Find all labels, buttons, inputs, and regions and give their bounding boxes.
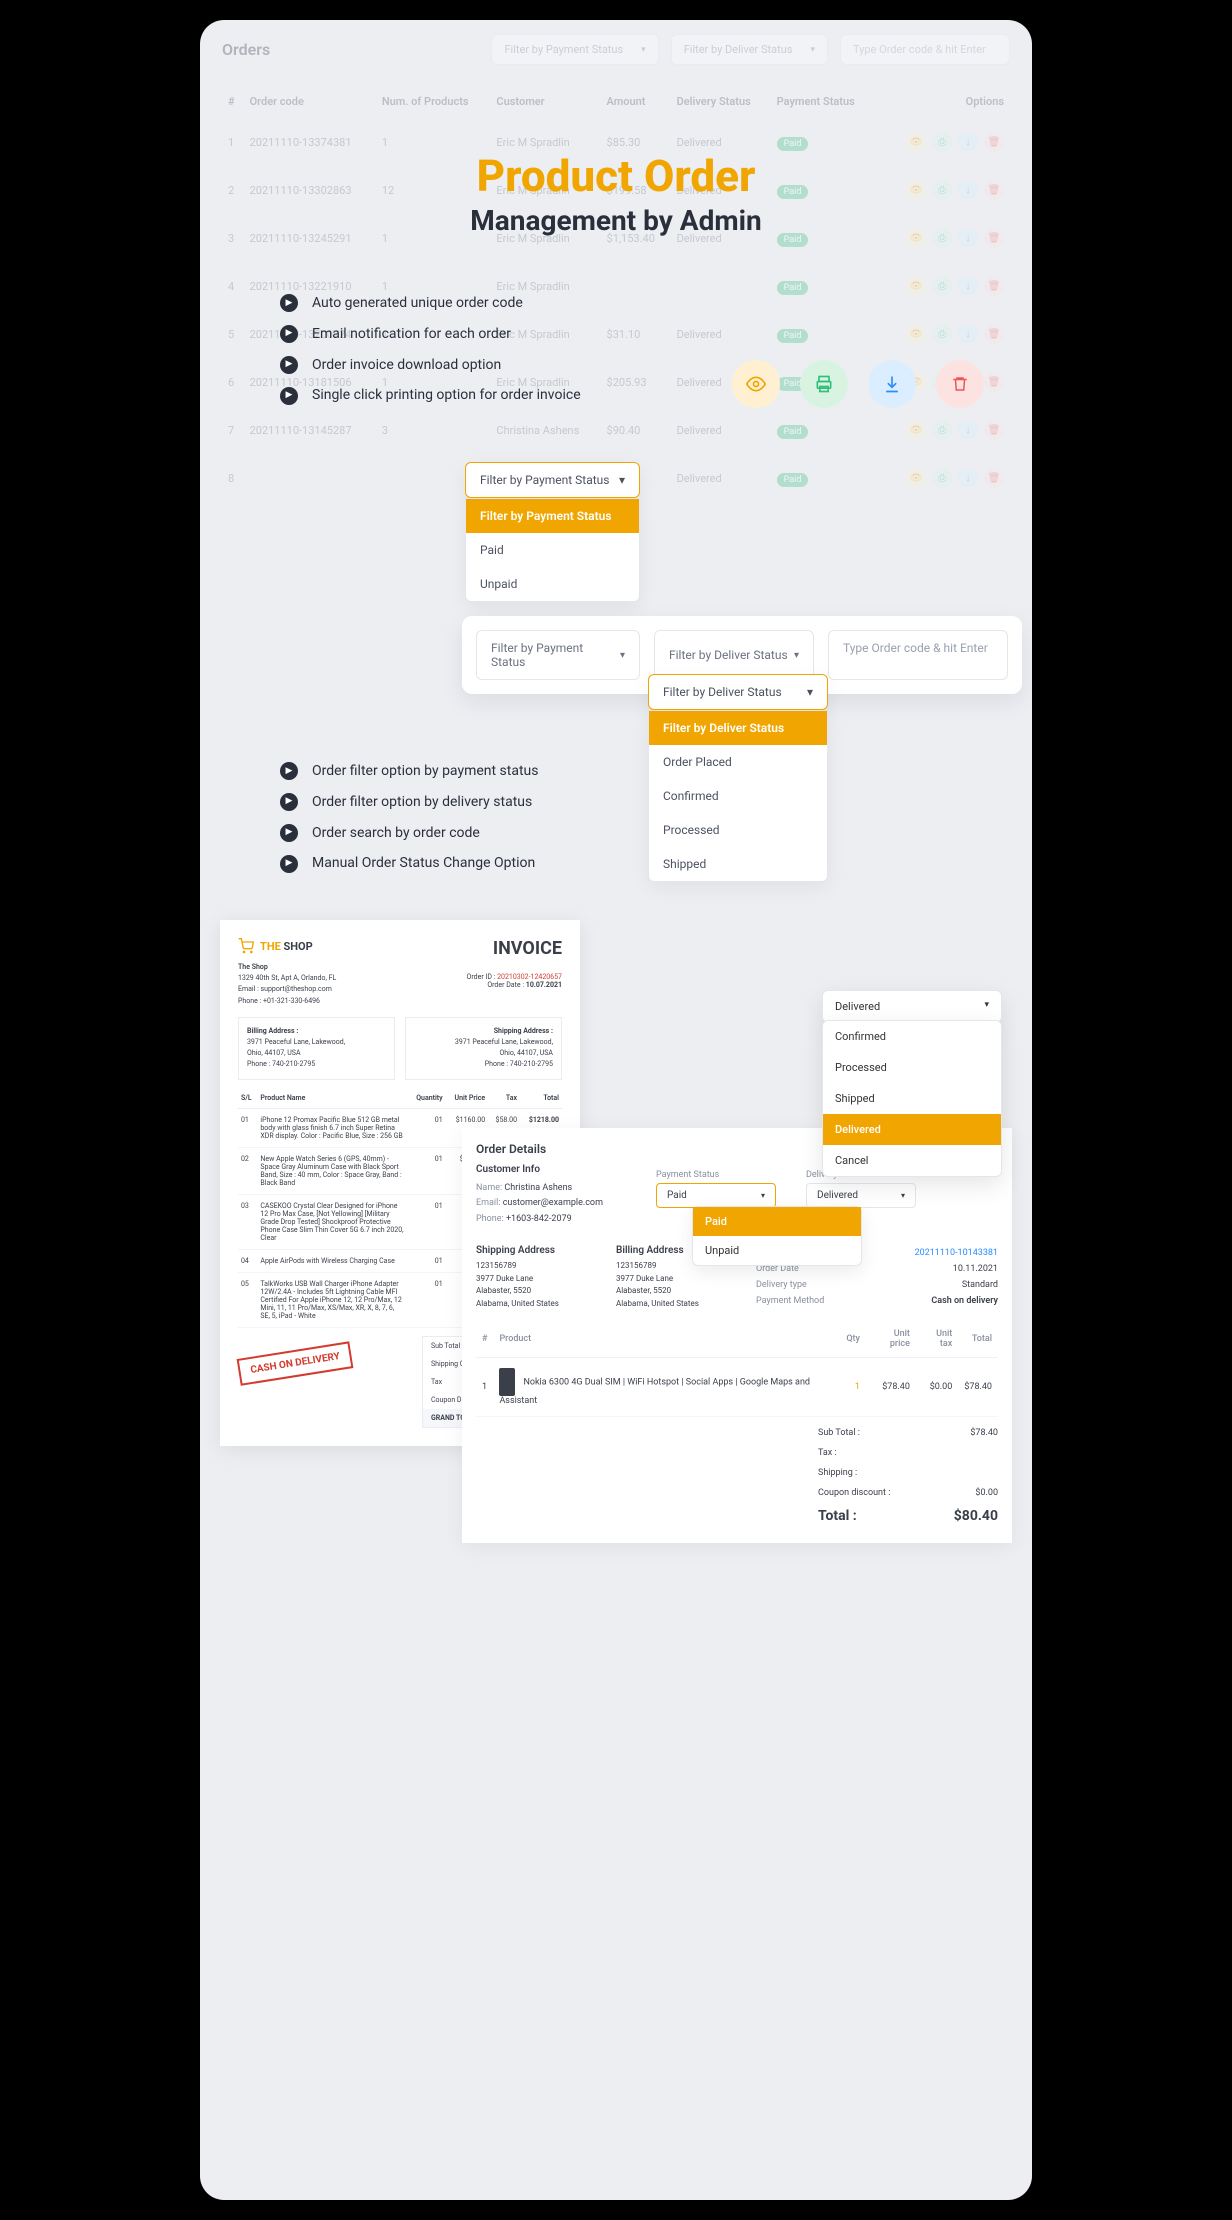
play-icon: ▶ — [280, 294, 298, 312]
table-row: 1 Nokia 6300 4G Dual SIM | WiFi Hotspot … — [476, 1358, 998, 1417]
hero-title: Product Order — [200, 150, 1032, 202]
feature-bullet: ▶Auto generated unique order code — [280, 288, 581, 319]
filter-deliver-top[interactable]: Filter by Deliver Status▾ — [671, 34, 828, 65]
search-input-top[interactable]: Type Order code & hit Enter — [840, 34, 1010, 65]
option-unpaid[interactable]: Unpaid — [693, 1236, 861, 1265]
payment-status-options: Filter by Payment Status Paid Unpaid — [465, 498, 640, 602]
delivery-status-mini-select[interactable]: Delivered▾ — [806, 1183, 916, 1208]
chevron-down-icon: ▾ — [620, 650, 625, 661]
order-totals: Sub Total :$78.40 Tax : Shipping : Coupo… — [818, 1423, 998, 1529]
order-products-table: #ProductQtyUnit priceUnit taxTotal 1 Nok… — [476, 1321, 998, 1417]
chevron-down-icon: ▾ — [810, 45, 815, 55]
option-cancel[interactable]: Cancel — [823, 1145, 1001, 1176]
play-icon: ▶ — [280, 762, 298, 780]
option-processed[interactable]: Processed — [823, 1052, 1001, 1083]
product-thumb — [499, 1368, 515, 1396]
feature-bullet: ▶Single click printing option for order … — [280, 380, 581, 411]
option-confirmed[interactable]: Confirmed — [649, 779, 827, 813]
table-row: 720211110-131452873Christina Ashens$90.4… — [222, 406, 1010, 454]
chevron-down-icon: ▾ — [807, 685, 813, 699]
print-button[interactable] — [800, 360, 848, 408]
feature-bullet: ▶Order filter option by payment status — [280, 756, 539, 787]
chevron-down-icon: ▾ — [619, 473, 625, 487]
play-icon: ▶ — [280, 356, 298, 374]
option-unpaid[interactable]: Unpaid — [466, 567, 639, 601]
page-title: Orders — [222, 40, 270, 59]
chevron-down-icon: ▾ — [901, 1191, 905, 1200]
play-icon: ▶ — [280, 793, 298, 811]
status-select[interactable]: Delivered▾ — [822, 990, 1002, 1023]
feature-bullet: ▶Manual Order Status Change Option — [280, 848, 539, 879]
payment-status-mini-select[interactable]: Paid▾ — [656, 1183, 776, 1208]
chevron-down-icon: ▾ — [641, 45, 646, 55]
option-order-placed[interactable]: Order Placed — [649, 745, 827, 779]
option-confirmed[interactable]: Confirmed — [823, 1021, 1001, 1052]
option-filter-payment[interactable]: Filter by Payment Status — [466, 499, 639, 533]
invoice-title: INVOICE — [467, 938, 562, 959]
download-button[interactable] — [868, 360, 916, 408]
search-input[interactable]: Type Order code & hit Enter — [828, 630, 1008, 680]
play-icon: ▶ — [280, 325, 298, 343]
deliver-status-options: Filter by Deliver Status Order Placed Co… — [648, 710, 828, 882]
hero-subtitle: Management by Admin — [200, 204, 1032, 237]
filter-payment-top[interactable]: Filter by Payment Status▾ — [491, 34, 658, 65]
option-paid[interactable]: Paid — [466, 533, 639, 567]
feature-bullet: ▶Email notification for each order — [280, 319, 581, 350]
option-shipped[interactable]: Shipped — [649, 847, 827, 881]
feature-bullet: ▶Order search by order code — [280, 818, 539, 849]
status-options: Confirmed Processed Shipped Delivered Ca… — [822, 1020, 1002, 1177]
play-icon: ▶ — [280, 824, 298, 842]
cash-on-delivery-stamp: CASH ON DELIVERY — [237, 1341, 354, 1386]
feature-bullet: ▶Order invoice download option — [280, 350, 581, 381]
payment-status-select[interactable]: Filter by Payment Status▾ — [465, 462, 640, 498]
chevron-down-icon: ▾ — [984, 1000, 989, 1013]
delete-button[interactable] — [936, 360, 984, 408]
order-details-panel: Order Details Customer Info Name: Christ… — [462, 1128, 1012, 1543]
feature-bullet: ▶Order filter option by delivery status — [280, 787, 539, 818]
chevron-down-icon: ▾ — [794, 650, 799, 661]
deliver-status-select[interactable]: Filter by Deliver Status▾ — [648, 674, 828, 710]
option-delivered[interactable]: Delivered — [823, 1114, 1001, 1145]
option-processed[interactable]: Processed — [649, 813, 827, 847]
option-filter-deliver[interactable]: Filter by Deliver Status — [649, 711, 827, 745]
option-paid[interactable]: Paid — [693, 1207, 861, 1236]
brand-logo: THE SHOP — [238, 938, 336, 954]
play-icon: ▶ — [280, 855, 298, 873]
filter-payment-select[interactable]: Filter by Payment Status▾ — [476, 630, 640, 680]
play-icon: ▶ — [280, 387, 298, 405]
paid-dropdown: Paid Unpaid — [692, 1206, 862, 1266]
filter-deliver-select[interactable]: Filter by Deliver Status▾ — [654, 630, 814, 680]
option-shipped[interactable]: Shipped — [823, 1083, 1001, 1114]
view-button[interactable] — [732, 360, 780, 408]
chevron-down-icon: ▾ — [761, 1191, 765, 1200]
